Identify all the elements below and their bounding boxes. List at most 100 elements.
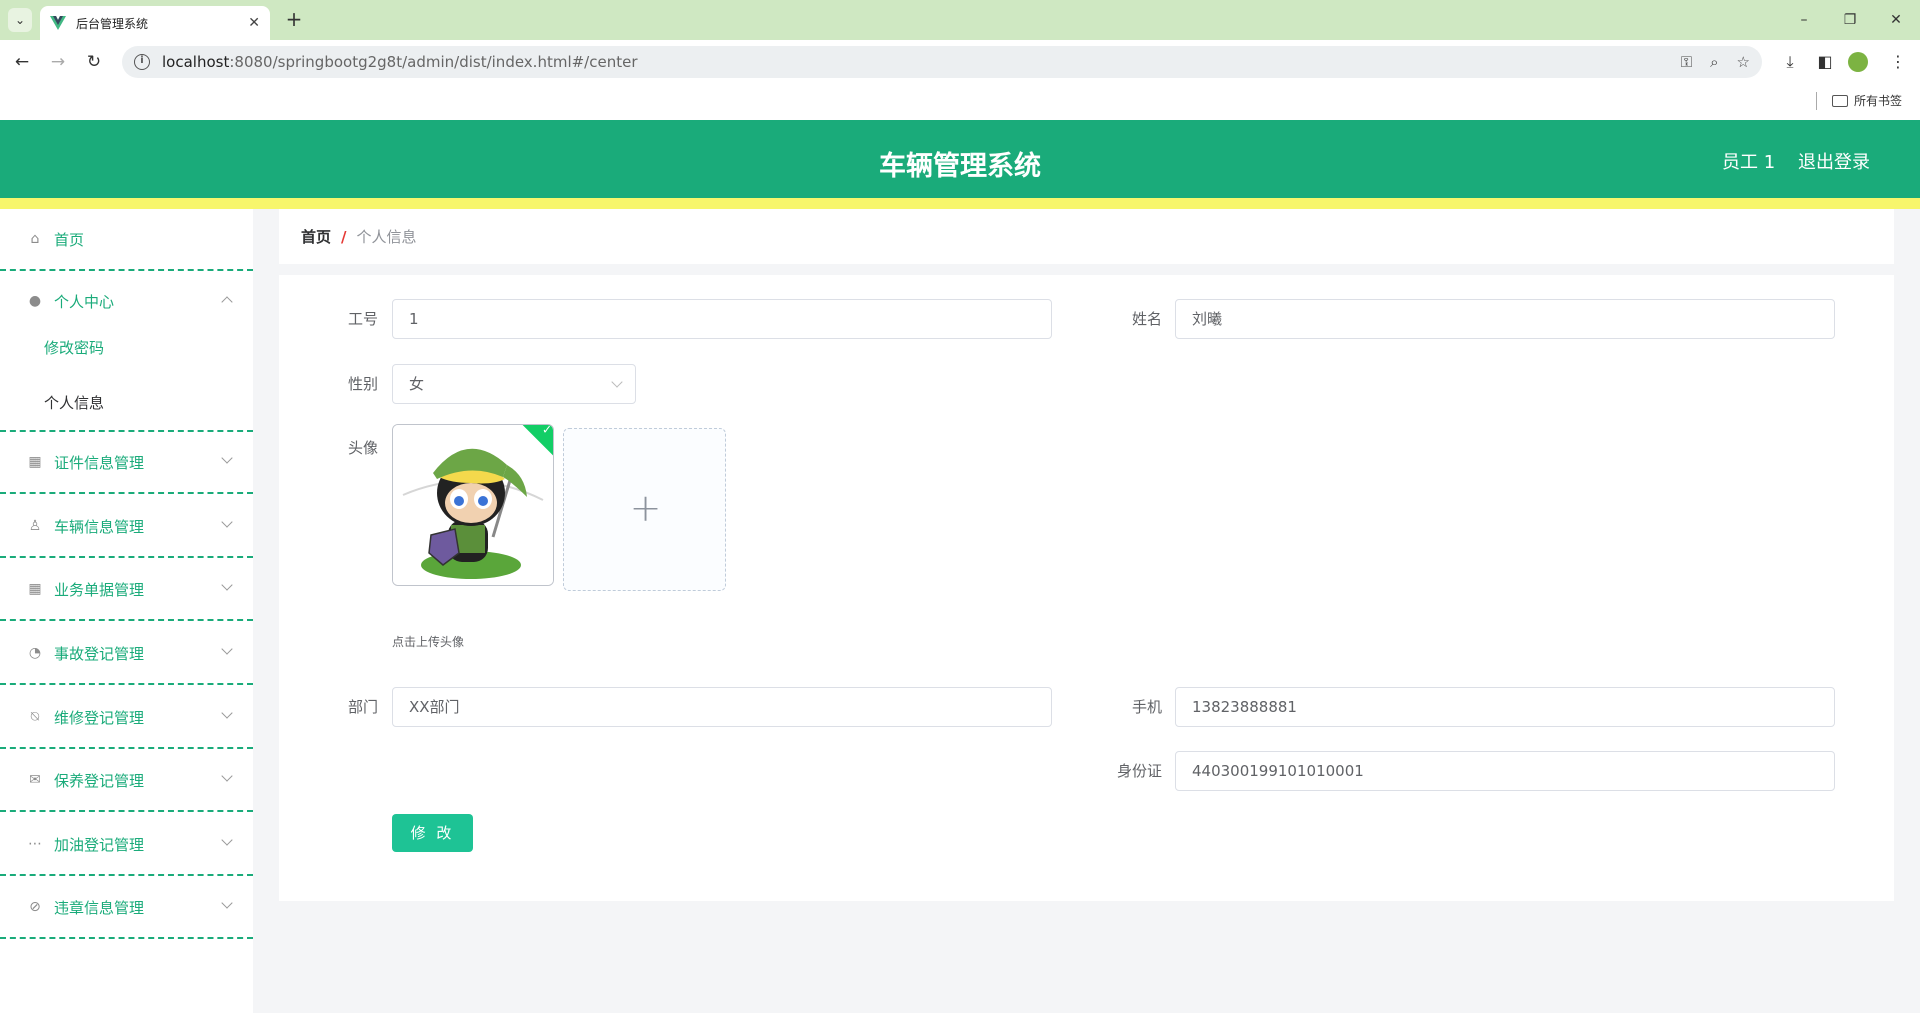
folder-icon [1832, 94, 1848, 107]
sidebar-item-label: 个人中心 [54, 292, 115, 311]
user-stamp-icon: ♙ [28, 518, 42, 534]
more-menu-icon[interactable]: ⋮ [1886, 50, 1910, 74]
sidebar-subitem-personal-info[interactable]: 个人信息 [44, 392, 104, 413]
app-header: 车辆管理系统 员工 1 退出登录 [0, 120, 1920, 198]
zoom-icon[interactable]: ⌕ [1710, 53, 1718, 71]
sidebar-item-label: 保养登记管理 [54, 771, 145, 790]
department-field[interactable]: XX部门 [392, 687, 1052, 727]
profile-avatar-icon[interactable] [1848, 52, 1868, 72]
plus-icon: + [629, 486, 662, 530]
tab-title: 后台管理系统 [76, 16, 149, 31]
sidebar-item-home[interactable]: ⌂ 首页 [0, 209, 253, 271]
sidebar-item-accidents[interactable]: ◔ 事故登记管理 [0, 623, 253, 685]
chevron-down-icon [611, 376, 623, 388]
compass-icon: ⊘ [29, 899, 41, 915]
apps-icon: ▦ [28, 581, 42, 597]
microphone-icon: ⍉ [30, 709, 40, 725]
name-field[interactable]: 刘曦 [1175, 299, 1835, 339]
chevron-down-icon [221, 643, 233, 655]
url-text: localhost:8080/springbootg2g8t/admin/dis… [162, 53, 638, 71]
side-panel-icon[interactable]: ◧ [1813, 50, 1837, 74]
department-label: 部门 [347, 698, 378, 716]
sidebar-item-label: 违章信息管理 [54, 898, 145, 917]
chevron-down-icon [221, 452, 233, 464]
chevron-down-icon [221, 897, 233, 909]
sidebar: ⌂ 首页 ● 个人中心 修改密码 个人信息 ▦ 证件信息管理 ♙ 车辆信息管理 … [0, 209, 253, 1013]
chevron-down-icon [221, 579, 233, 591]
sidebar-item-label: 加油登记管理 [54, 835, 145, 854]
chevron-down-icon [221, 516, 233, 528]
restore-icon[interactable]: ❐ [1838, 8, 1862, 32]
gender-value: 女 [409, 375, 425, 393]
new-tab-icon[interactable]: + [282, 8, 306, 32]
gauge-icon: ◔ [28, 645, 42, 661]
breadcrumb: 首页 / 个人信息 [279, 209, 1894, 264]
bookmarks-divider [1816, 92, 1817, 110]
sidebar-item-label: 事故登记管理 [54, 644, 145, 663]
header-accent-band [0, 198, 1920, 209]
sidebar-item-label: 首页 [54, 230, 85, 249]
app-title: 车辆管理系统 [879, 151, 1041, 182]
avatar-upload-button[interactable]: + [563, 428, 726, 591]
all-bookmarks-label: 所有书签 [1854, 94, 1903, 108]
sidebar-subitem-change-password[interactable]: 修改密码 [44, 337, 104, 358]
avatar-preview[interactable]: ✓ [392, 424, 554, 586]
reload-icon[interactable]: ↻ [82, 50, 106, 74]
employee-no-label: 工号 [347, 310, 378, 328]
chevron-down-icon [221, 834, 233, 846]
sidebar-item-maintenance[interactable]: ✉ 保养登记管理 [0, 750, 253, 812]
breadcrumb-home[interactable]: 首页 [301, 226, 331, 247]
download-icon[interactable]: ⤓ [1778, 50, 1802, 74]
window-close-icon[interactable]: ✕ [1884, 8, 1908, 32]
sidebar-item-refueling[interactable]: ⋯ 加油登记管理 [0, 814, 253, 876]
vue-favicon-icon [50, 16, 66, 30]
current-user: 员工 1 [1722, 152, 1776, 173]
chevron-up-icon [221, 296, 233, 308]
minimize-icon[interactable]: – [1792, 8, 1816, 32]
tab-search-icon[interactable]: ⌄ [8, 8, 32, 32]
check-icon: ✓ [541, 424, 553, 437]
forward-icon[interactable]: → [46, 50, 70, 74]
sidebar-item-label: 维修登记管理 [54, 708, 145, 727]
browser-tab[interactable]: 后台管理系统 ✕ [40, 6, 270, 40]
bookmark-star-icon[interactable]: ☆ [1737, 53, 1750, 71]
password-key-icon[interactable]: ⚿ [1681, 53, 1692, 71]
chevron-down-icon [221, 770, 233, 782]
gender-label: 性别 [347, 375, 378, 393]
grid-icon: ▦ [28, 454, 42, 470]
id-card-field[interactable]: 440300199101010001 [1175, 751, 1835, 791]
sidebar-item-label: 车辆信息管理 [54, 517, 145, 536]
address-bar[interactable]: i localhost:8080/springbootg2g8t/admin/d… [122, 46, 1762, 78]
sidebar-item-vehicles[interactable]: ♙ 车辆信息管理 [0, 496, 253, 558]
mail-icon: ✉ [29, 772, 41, 788]
tab-close-icon[interactable]: ✕ [248, 15, 260, 31]
id-card-label: 身份证 [1116, 762, 1162, 780]
chevron-down-icon [221, 707, 233, 719]
breadcrumb-separator: / [341, 227, 347, 246]
sidebar-item-label: 证件信息管理 [54, 453, 145, 472]
browser-tabstrip: ⌄ 后台管理系统 ✕ + – ❐ ✕ [0, 0, 1920, 40]
all-bookmarks[interactable]: 所有书签 [1832, 92, 1902, 109]
upload-tip: 点击上传头像 [392, 635, 465, 649]
sidebar-item-personal-center[interactable]: ● 个人中心 [0, 271, 253, 331]
chat-icon: ⋯ [28, 836, 42, 852]
employee-no-field[interactable]: 1 [392, 299, 1052, 339]
logout-link[interactable]: 退出登录 [1798, 148, 1870, 174]
bookmarks-bar: 所有书签 [0, 84, 1920, 120]
breadcrumb-current: 个人信息 [356, 228, 417, 246]
back-icon[interactable]: ← [10, 50, 34, 74]
phone-label: 手机 [1131, 698, 1162, 716]
site-info-icon[interactable]: i [134, 54, 150, 70]
avatar-label: 头像 [347, 439, 378, 457]
sidebar-item-certificates[interactable]: ▦ 证件信息管理 [0, 432, 253, 494]
browser-toolbar: ← → ↻ i localhost:8080/springbootg2g8t/a… [0, 40, 1920, 84]
sidebar-item-repairs[interactable]: ⍉ 维修登记管理 [0, 687, 253, 749]
avatar-image [393, 425, 553, 585]
home-icon: ⌂ [30, 231, 40, 247]
gender-select[interactable]: 女 [392, 364, 636, 404]
sidebar-item-violations[interactable]: ⊘ 违章信息管理 [0, 877, 253, 939]
phone-field[interactable]: 13823888881 [1175, 687, 1835, 727]
sidebar-item-label: 业务单据管理 [54, 580, 145, 599]
sidebar-item-business-docs[interactable]: ▦ 业务单据管理 [0, 559, 253, 621]
modify-button[interactable]: 修 改 [392, 814, 473, 852]
